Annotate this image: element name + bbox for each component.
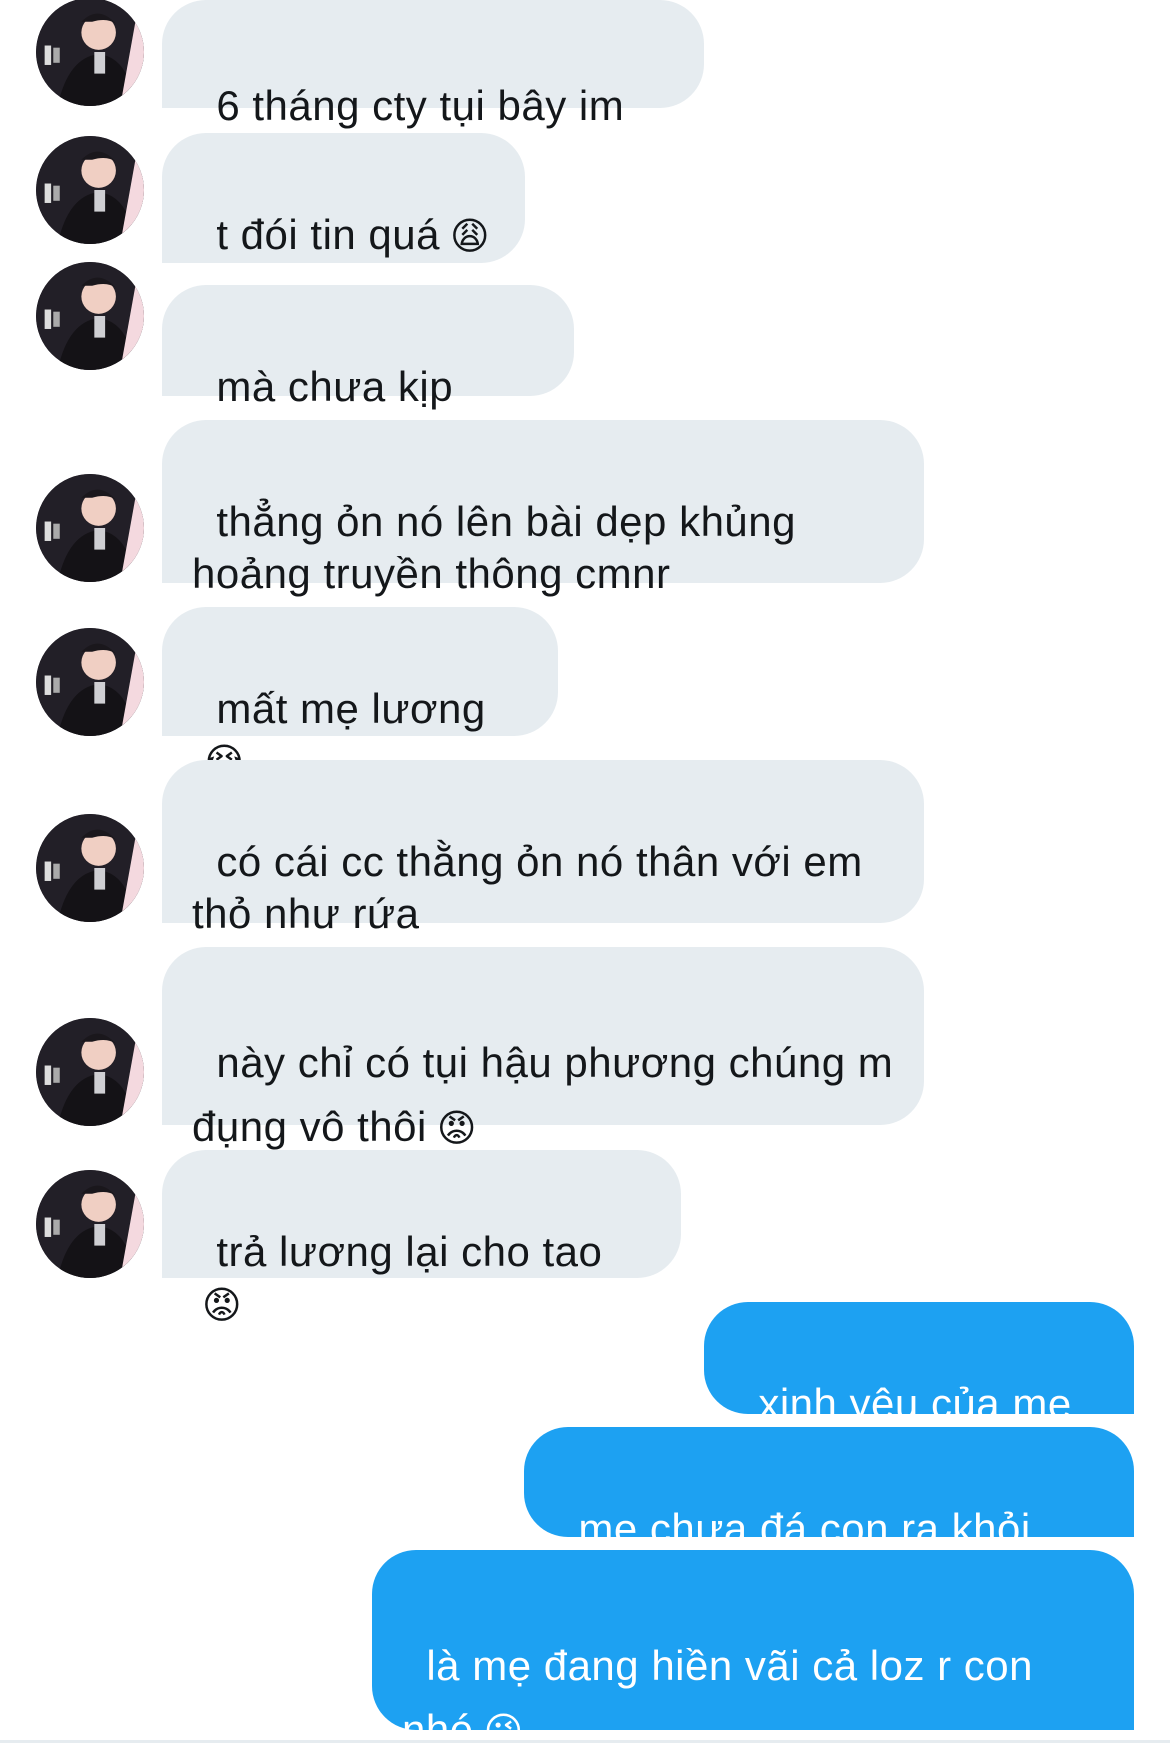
avatar[interactable] bbox=[36, 262, 144, 370]
message-text: này chỉ có tụi hậu phương chúng m đụng v… bbox=[192, 1039, 894, 1150]
face-blowing-kiss-icon: 😘 bbox=[483, 1709, 524, 1753]
angry-face-icon: 😡 bbox=[436, 1106, 477, 1150]
message-bubble-outgoing[interactable]: là mẹ đang hiền vãi cả loz r con nhé 😘 bbox=[372, 1550, 1134, 1753]
message-bubble-outgoing[interactable]: mẹ chưa đá con ra khỏi gúp bbox=[524, 1427, 1134, 1604]
avatar[interactable] bbox=[36, 1170, 144, 1278]
message-bubble-incoming[interactable]: có cái cc thằng ỏn nó thân với em thỏ nh… bbox=[162, 760, 924, 937]
message-bubble-incoming[interactable]: mà chưa kịp đăng bbox=[162, 285, 574, 462]
avatar[interactable] bbox=[36, 0, 144, 106]
message-text: t đói tin quá bbox=[216, 211, 441, 258]
avatar[interactable] bbox=[36, 1018, 144, 1126]
message-bubble-incoming[interactable]: trả lương lại cho tao 😡 bbox=[162, 1150, 681, 1327]
avatar[interactable] bbox=[36, 474, 144, 582]
message-text: mất mẹ lương bbox=[216, 685, 486, 732]
angry-face-icon: 😡 bbox=[202, 1283, 243, 1327]
avatar[interactable] bbox=[36, 814, 144, 922]
message-bubble-incoming[interactable]: mất mẹ lương😭 bbox=[162, 607, 558, 784]
message-bubble-incoming[interactable]: thẳng ỏn nó lên bài dẹp khủng hoảng truy… bbox=[162, 420, 924, 597]
avatar[interactable] bbox=[36, 628, 144, 736]
message-bubble-incoming[interactable]: này chỉ có tụi hậu phương chúng m đụng v… bbox=[162, 947, 924, 1150]
message-bubble-incoming[interactable]: t đói tin quá 😩 bbox=[162, 133, 525, 263]
message-bubble-outgoing[interactable]: xinh yêu của mẹ ơi bbox=[704, 1302, 1134, 1479]
weary-face-icon: 😩 bbox=[450, 214, 491, 258]
message-text: trả lương lại cho tao bbox=[216, 1228, 603, 1275]
message-text: thẳng ỏn nó lên bài dẹp khủng hoảng truy… bbox=[192, 498, 796, 597]
message-bubble-incoming[interactable]: 6 tháng cty tụi bây im ru bbox=[162, 0, 704, 181]
avatar[interactable] bbox=[36, 136, 144, 244]
message-text: có cái cc thằng ỏn nó thân với em thỏ nh… bbox=[192, 838, 863, 937]
